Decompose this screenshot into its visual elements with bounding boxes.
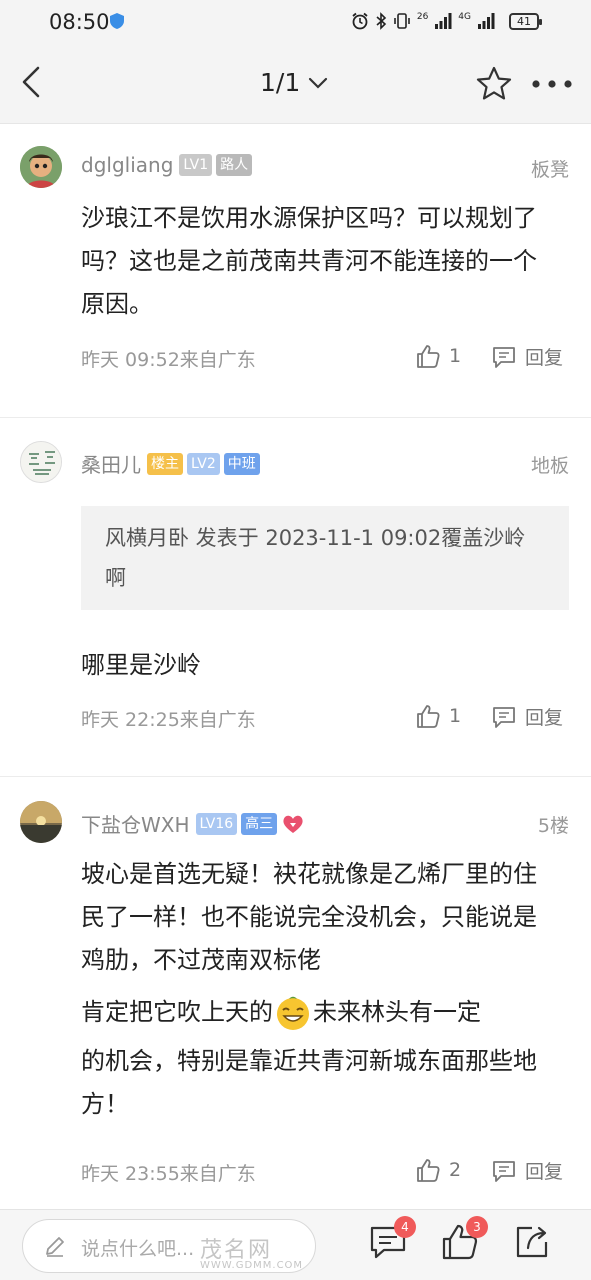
thumbs-up-icon — [417, 1159, 440, 1182]
thumbs-up-icon — [417, 345, 440, 368]
like-count: 1 — [449, 345, 462, 367]
comment-icon — [493, 706, 515, 728]
avatar[interactable] — [20, 146, 62, 188]
laughing-emoji-icon — [277, 996, 309, 1030]
status-icons: 26 4G — [351, 12, 495, 30]
reply-label: 回复 — [525, 707, 564, 729]
username[interactable]: 桑田儿 — [81, 449, 141, 478]
post-content: 坡心是首选无疑！袂花就像是乙烯厂里的住民了一样！也不能说完全没机会，只能说是鸡肋… — [81, 853, 551, 1126]
floor-label: 板凳 — [530, 159, 569, 181]
like-count: 1 — [449, 705, 462, 727]
reply-post-1: dglgliang LV1 路人 板凳 沙琅江不是饮用水源保护区吗？可以规划了吗… — [0, 125, 591, 417]
post-footer: 昨天 22:25来自广东 1 回复 — [81, 703, 571, 733]
quoted-reply[interactable]: 风横月卧 发表于 2023-11-1 09:02覆盖沙岭啊 — [81, 506, 569, 610]
shield-icon — [110, 13, 124, 29]
bluetooth-icon — [376, 12, 387, 30]
top-nav-bar: 1/1 — [0, 44, 591, 124]
post-meta: 桑田儿 楼主 LV2 中班 — [81, 449, 260, 478]
watermark-url: WWW.GDMM.COM — [200, 1260, 304, 1271]
level-badge: LV16 — [195, 812, 238, 835]
battery-indicator: 41 — [509, 13, 542, 30]
floor-label: 5楼 — [537, 815, 569, 837]
level-badge: LV2 — [187, 452, 220, 475]
reply-button[interactable]: 回复 — [491, 343, 563, 370]
chevron-down-icon — [309, 77, 328, 89]
edit-pen-icon — [46, 1237, 64, 1257]
reply-placeholder: 说点什么吧... — [81, 1238, 195, 1260]
post-content-segment: 肯定把它吹上天的 — [81, 998, 273, 1026]
timestamp: 昨天 23:55来自广东 — [81, 1163, 256, 1185]
post-content-segment: 未来林头有一定 — [313, 998, 481, 1026]
network-label-2: 4G — [458, 12, 471, 22]
avatar-image — [20, 146, 62, 188]
status-time: 08:50 — [49, 10, 110, 34]
title-badge: 高三 — [241, 812, 278, 835]
post-meta: 下盐仓WXH LV16 高三 — [81, 809, 305, 838]
back-arrow-icon[interactable] — [14, 62, 54, 102]
comment-icon — [493, 346, 515, 368]
reply-button[interactable]: 回复 — [491, 703, 563, 730]
username[interactable]: 下盐仓WXH — [81, 809, 190, 838]
post-content: 沙琅江不是饮用水源保护区吗？可以规划了吗？这也是之前茂南共青河不能连接的一个原因… — [81, 204, 537, 318]
reply-button[interactable]: 回复 — [491, 1157, 563, 1184]
timestamp: 昨天 22:25来自广东 — [81, 709, 256, 731]
site-watermark: 茂名网 WWW.GDMM.COM — [200, 1232, 303, 1271]
network-label-1: 26 — [416, 12, 429, 22]
page-indicator: 1/1 — [260, 68, 301, 97]
avatar[interactable] — [20, 801, 62, 843]
title-badge: 路人 — [216, 154, 253, 176]
comments-button[interactable]: 4 — [368, 1216, 416, 1262]
post-meta: dglgliang LV1 路人 — [81, 153, 253, 177]
status-bar: 08:50 26 4G 41 — [0, 0, 591, 44]
post-footer: 昨天 23:55来自广东 2 回复 — [81, 1157, 571, 1187]
op-badge: 楼主 — [147, 452, 183, 475]
share-button[interactable] — [512, 1222, 552, 1262]
comment-count-badge: 4 — [394, 1216, 416, 1238]
alarm-icon — [352, 12, 368, 30]
post-content-line-3: 的机会，特别是靠近共青河新城东面那些地方！ — [81, 1047, 537, 1118]
reply-label: 回复 — [525, 347, 564, 369]
like-button[interactable]: 2 — [415, 1157, 461, 1183]
share-icon — [516, 1226, 548, 1258]
favorite-star-icon[interactable] — [474, 64, 514, 104]
reply-post-3: 下盐仓WXH LV16 高三 5楼 坡心是首选无疑！袂花就像是乙烯厂里的住民了一… — [0, 777, 591, 1209]
title-badge: 中班 — [223, 452, 260, 475]
like-button[interactable]: 1 — [415, 343, 461, 369]
like-post-button[interactable]: 3 — [440, 1216, 488, 1262]
signal-icon-1 — [435, 13, 452, 29]
signal-icon-2 — [478, 13, 495, 29]
vibrate-icon — [394, 13, 410, 29]
thumbs-up-icon — [417, 705, 440, 728]
post-content: 哪里是沙岭 — [81, 651, 201, 679]
post-content-line-1: 坡心是首选无疑！袂花就像是乙烯厂里的住民了一样！也不能说完全没机会，只能说是鸡肋… — [81, 860, 537, 974]
page-selector[interactable]: 1/1 — [260, 68, 328, 97]
comment-icon — [493, 1160, 515, 1182]
reply-post-2: 桑田儿 楼主 LV2 中班 地板 风横月卧 发表于 2023-11-1 09:0… — [0, 418, 591, 775]
avatar-image — [21, 442, 61, 482]
reply-label: 回复 — [525, 1161, 564, 1183]
more-options-icon[interactable] — [528, 64, 576, 104]
like-button[interactable]: 1 — [415, 703, 461, 729]
avatar[interactable] — [20, 441, 62, 483]
timestamp: 昨天 09:52来自广东 — [81, 349, 256, 371]
like-count-badge: 3 — [466, 1216, 488, 1238]
post-footer: 昨天 09:52来自广东 1 回复 — [81, 343, 571, 373]
like-count: 2 — [449, 1159, 462, 1181]
avatar-image — [20, 801, 62, 843]
floor-label: 地板 — [530, 455, 569, 477]
heart-medal-icon — [283, 815, 303, 833]
post-content-line-2: 肯定把它吹上天的 未来林头有一定 — [81, 988, 551, 1036]
level-badge: LV1 — [179, 154, 213, 176]
username[interactable]: dglgliang — [81, 153, 173, 177]
